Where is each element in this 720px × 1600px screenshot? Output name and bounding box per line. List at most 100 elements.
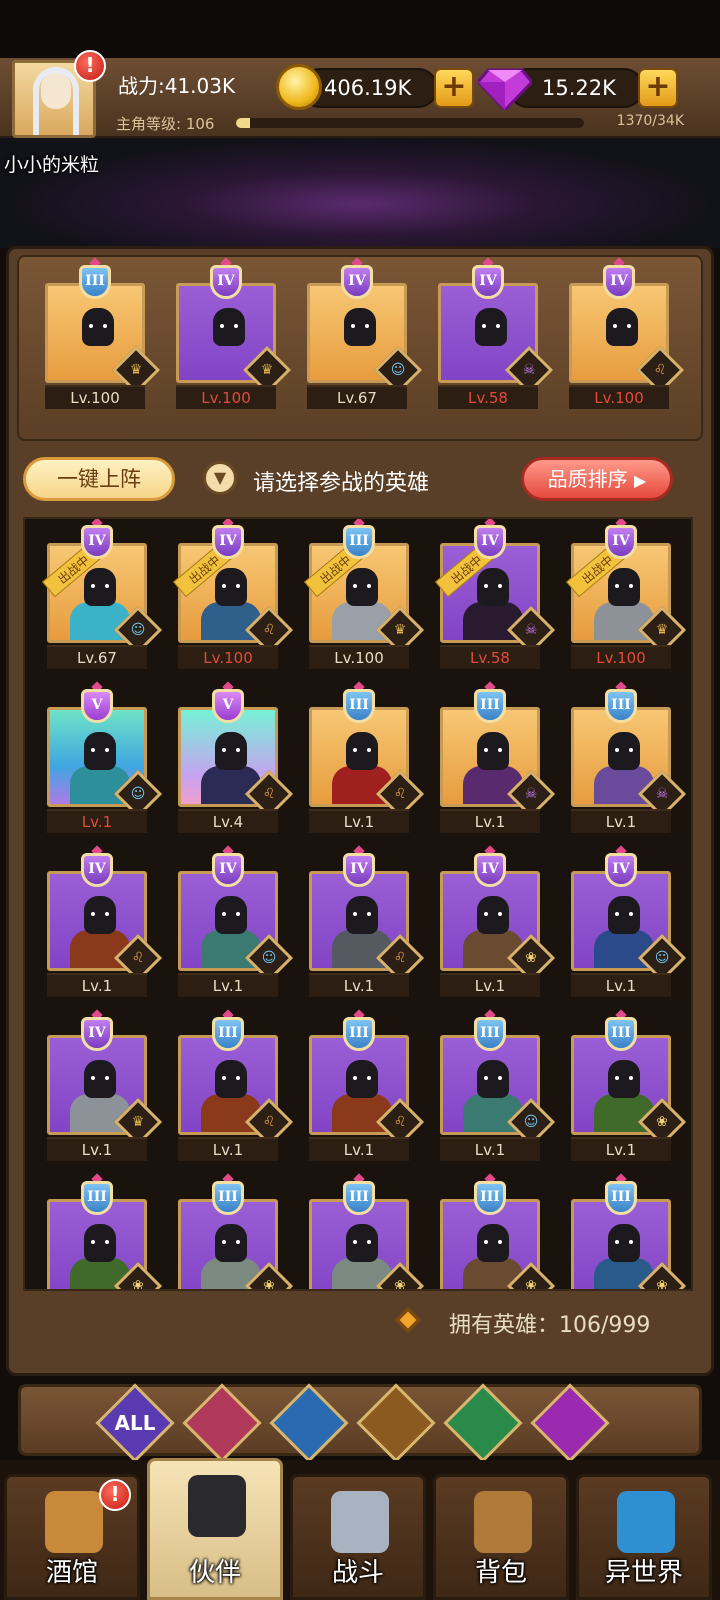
- rank-badge-icon: IV: [468, 257, 508, 303]
- rank-badge-icon: III: [601, 1173, 641, 1219]
- hero-level-label: Lv.1: [47, 809, 147, 833]
- rank-badge-icon: IV: [206, 257, 246, 303]
- rank-numeral: IV: [605, 525, 637, 559]
- owned-heroes-row: 拥有英雄：106/999: [9, 1303, 711, 1347]
- exp-value: 1370/34K: [616, 113, 684, 129]
- rank-badge-icon: III: [77, 1173, 117, 1219]
- demon-faction-icon[interactable]: [530, 1383, 610, 1463]
- hero-card[interactable]: V ☺ Lv.1: [41, 681, 163, 837]
- hero-card[interactable]: IV ☺ Lv.1: [565, 845, 687, 1001]
- hero-level-label: Lv.1: [440, 1137, 540, 1161]
- hero-level-label: Lv.58: [440, 645, 540, 669]
- hero-card[interactable]: IV ♛ Lv.1: [41, 1009, 163, 1165]
- rank-badge-icon: IV: [77, 1009, 117, 1055]
- hero-card[interactable]: IV ♌ Lv.100: [563, 257, 685, 413]
- crossed-swords-icon: [331, 1491, 389, 1553]
- hero-card[interactable]: 出战中 IV ☠ Lv.58: [434, 519, 556, 673]
- rank-badge-icon: III: [339, 681, 379, 727]
- hero-card[interactable]: III ♌ Lv.1: [172, 1009, 294, 1165]
- quality-sort-button[interactable]: 品质排序 ▶: [521, 457, 673, 501]
- rank-numeral: III: [343, 1017, 375, 1051]
- hero-level-label: Lv.100: [569, 385, 669, 409]
- hero-card[interactable]: III ♌ Lv.1: [303, 1009, 425, 1165]
- rank-numeral: IV: [341, 265, 373, 299]
- rank-badge-icon: V: [208, 681, 248, 727]
- nav-tab-label: 背包: [474, 1558, 527, 1588]
- rank-numeral: III: [474, 1181, 506, 1215]
- filter-label: ALL: [114, 1411, 156, 1435]
- rank-numeral: IV: [81, 853, 113, 887]
- nav-tab-label: 异世界: [604, 1558, 683, 1588]
- hero-level-label: Lv.1: [309, 809, 409, 833]
- nav-tab-1[interactable]: 伙伴: [147, 1458, 283, 1600]
- nav-tab-3[interactable]: 背包: [433, 1474, 569, 1600]
- hero-level-label: Lv.100: [45, 385, 145, 409]
- hero-card[interactable]: III ❀: [41, 1173, 163, 1289]
- hero-card[interactable]: III ♛ Lv.100: [39, 257, 161, 413]
- hero-card[interactable]: III ☠ Lv.1: [565, 681, 687, 837]
- rank-numeral: III: [605, 1181, 637, 1215]
- nav-tab-label: 伙伴: [188, 1558, 241, 1588]
- hero-card[interactable]: 出战中 IV ♛ Lv.100: [565, 519, 687, 673]
- tavern-mug-icon: [45, 1491, 103, 1553]
- crown-faction-icon[interactable]: [182, 1383, 262, 1463]
- rank-numeral: IV: [472, 265, 504, 299]
- hero-card[interactable]: III ❀: [434, 1173, 556, 1289]
- hero-card[interactable]: III ❀: [565, 1173, 687, 1289]
- rank-numeral: III: [212, 1181, 244, 1215]
- hero-card[interactable]: V ♌ Lv.4: [172, 681, 294, 837]
- owned-heroes-count: 拥有英雄：106/999: [449, 1313, 651, 1338]
- nav-alert-icon: !: [99, 1479, 131, 1511]
- auto-deploy-button[interactable]: 一键上阵: [23, 457, 175, 501]
- hero-card[interactable]: III ☺ Lv.1: [434, 1009, 556, 1165]
- hero-grid[interactable]: 出战中 IV ☺ Lv.67 出战中 IV ♌ Lv.100 出战中 III ♛ Lv.100 出战中 I…: [23, 517, 693, 1291]
- hero-card[interactable]: III ❀ Lv.1: [565, 1009, 687, 1165]
- hero-card[interactable]: III ☠ Lv.1: [434, 681, 556, 837]
- rank-numeral: IV: [210, 265, 242, 299]
- rank-numeral: IV: [603, 265, 635, 299]
- rank-badge-icon: III: [601, 1009, 641, 1055]
- hero-card[interactable]: IV ♌ Lv.1: [303, 845, 425, 1001]
- gem-amount: 15.22K: [542, 76, 616, 100]
- hero-card[interactable]: IV ☺ Lv.67: [301, 257, 423, 413]
- all-filter-icon[interactable]: ALL: [95, 1383, 175, 1463]
- hero-card[interactable]: III ♌ Lv.1: [303, 681, 425, 837]
- player-hud: ! 战力:41.03K 406.19K + 15.22K + 主角等级: 106…: [0, 50, 720, 138]
- add-gems-button[interactable]: +: [638, 68, 678, 108]
- rank-badge-icon: IV: [77, 519, 117, 563]
- rank-numeral: IV: [212, 525, 244, 559]
- down-arrow-icon: ▼: [203, 461, 237, 495]
- forest-faction-icon[interactable]: [443, 1383, 523, 1463]
- hero-level-label: Lv.1: [178, 973, 278, 997]
- hero-level-label: Lv.58: [438, 385, 538, 409]
- nav-tab-0[interactable]: 酒馆!: [4, 1474, 140, 1600]
- rank-numeral: V: [81, 689, 113, 723]
- gold-amount: 406.19K: [324, 76, 412, 100]
- hero-card[interactable]: 出战中 IV ☺ Lv.67: [41, 519, 163, 673]
- hero-card[interactable]: IV ♛ Lv.100: [170, 257, 292, 413]
- rank-numeral: III: [212, 1017, 244, 1051]
- hero-card[interactable]: III ❀: [303, 1173, 425, 1289]
- hero-level-label: Lv.1: [178, 1137, 278, 1161]
- hero-card[interactable]: IV ❀ Lv.1: [434, 845, 556, 1001]
- lion-faction-icon[interactable]: [356, 1383, 436, 1463]
- hero-level-label: Lv.1: [571, 973, 671, 997]
- hero-level-label: Lv.4: [178, 809, 278, 833]
- hero-card[interactable]: 出战中 IV ♌ Lv.100: [172, 519, 294, 673]
- elf-faction-icon[interactable]: [269, 1383, 349, 1463]
- rank-badge-icon: V: [77, 681, 117, 727]
- hero-card[interactable]: IV ♌ Lv.1: [41, 845, 163, 1001]
- rank-numeral: IV: [474, 525, 506, 559]
- rank-badge-icon: IV: [208, 845, 248, 891]
- nav-tab-4[interactable]: 异世界: [576, 1474, 712, 1600]
- hero-card[interactable]: 出战中 III ♛ Lv.100: [303, 519, 425, 673]
- partner-panel: III ♛ Lv.100 IV ♛ Lv.100 IV ☺ Lv.67 IV ☠ Lv.58 IV ♌ Lv…: [6, 246, 714, 1376]
- hero-card[interactable]: III ❀: [172, 1173, 294, 1289]
- nav-tab-2[interactable]: 战斗: [290, 1474, 426, 1600]
- portal-icon: [617, 1491, 675, 1553]
- hero-card[interactable]: IV ☺ Lv.1: [172, 845, 294, 1001]
- add-gold-button[interactable]: +: [434, 68, 474, 108]
- system-status-bar: [0, 0, 720, 58]
- rank-badge-icon: III: [208, 1173, 248, 1219]
- hero-card[interactable]: IV ☠ Lv.58: [432, 257, 554, 413]
